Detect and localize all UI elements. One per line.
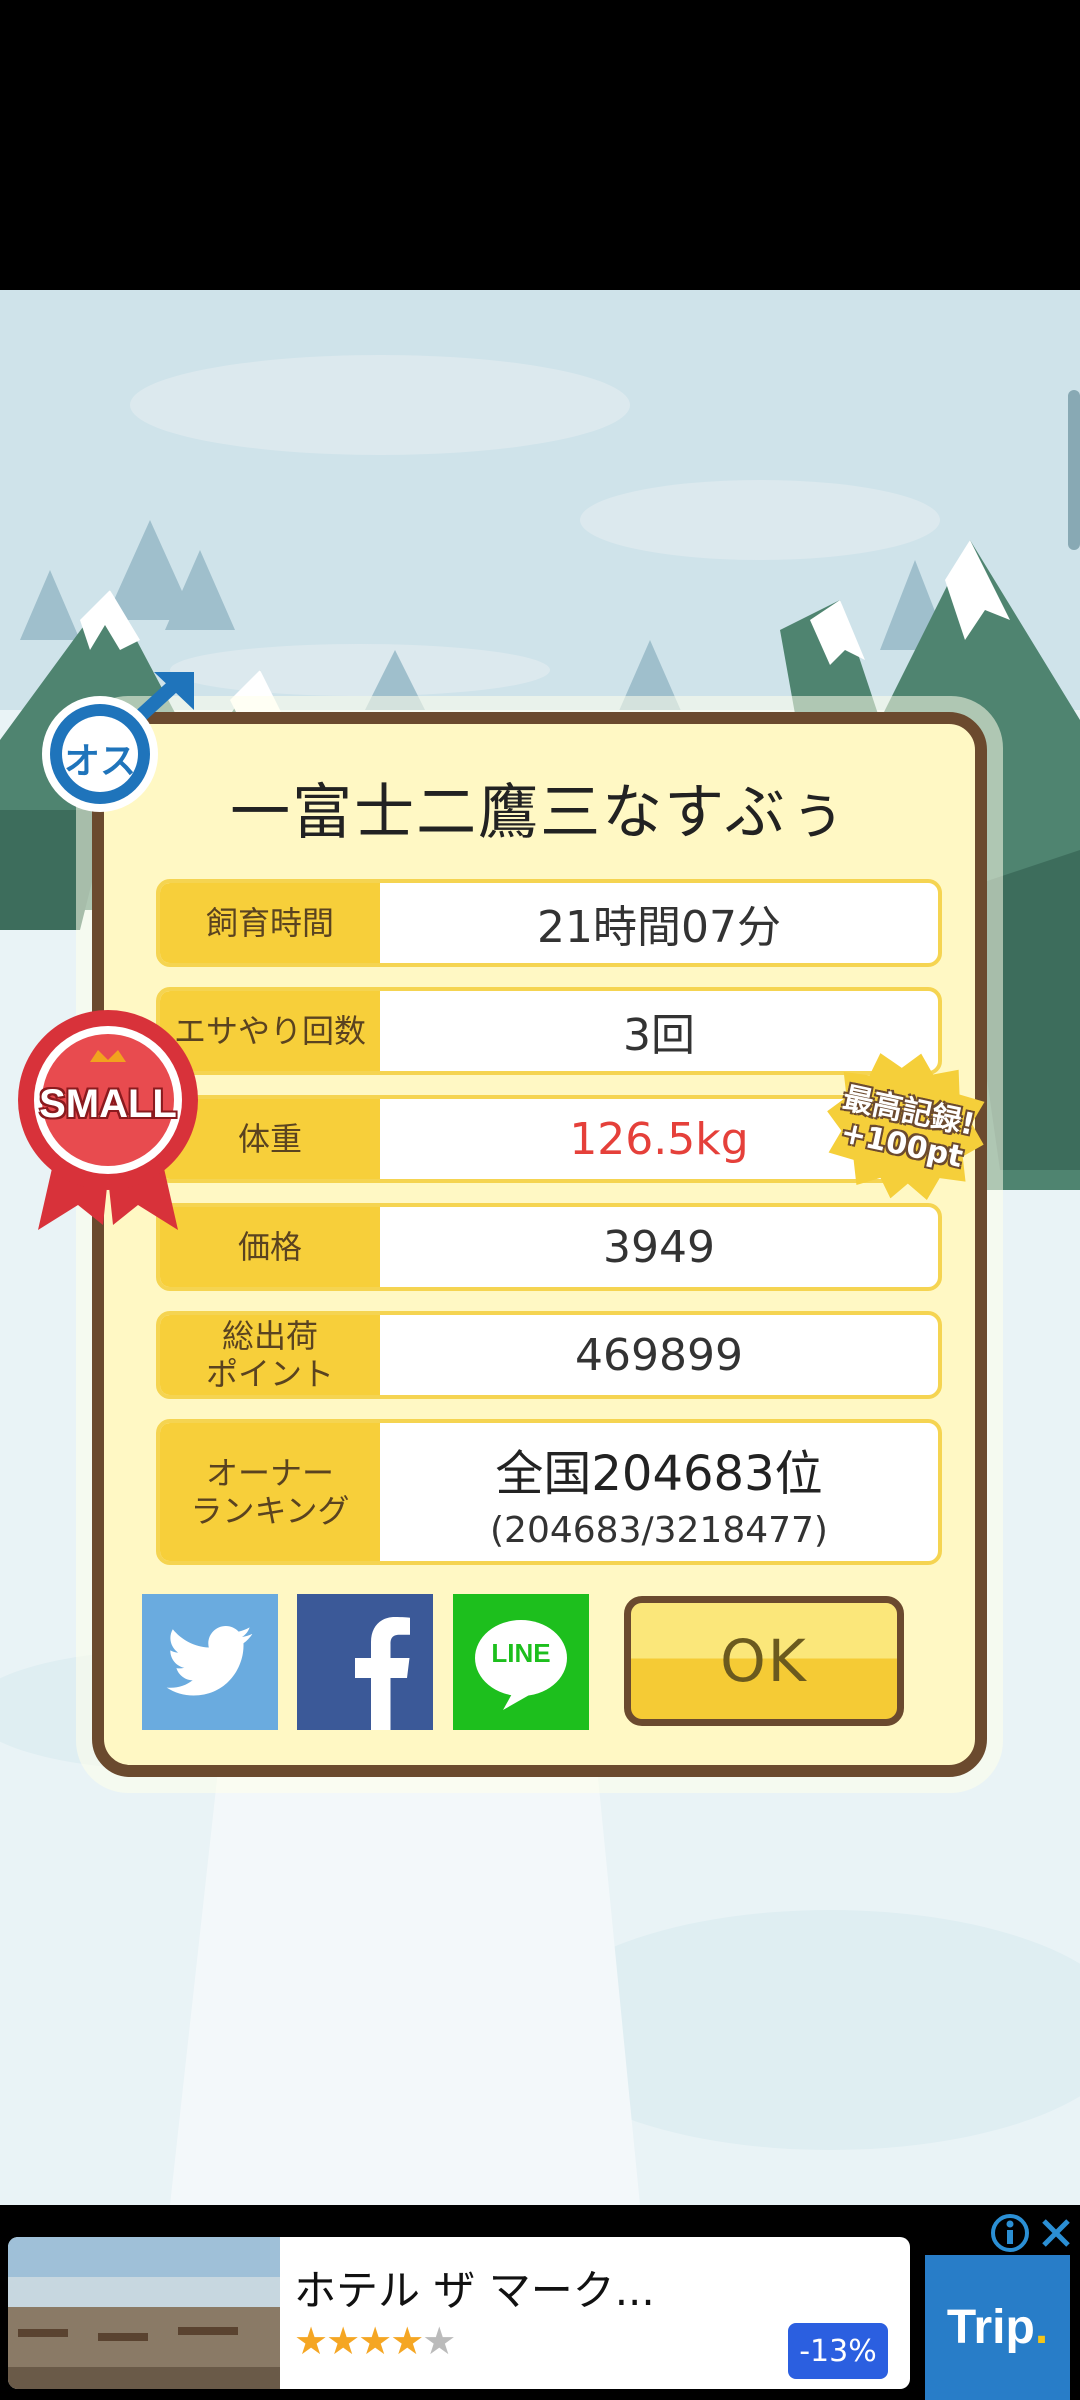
size-ribbon: SMALL	[18, 1000, 198, 1240]
row-label: 総出荷 ポイント	[160, 1315, 380, 1395]
star-icon: ★	[422, 2319, 456, 2363]
row-feed-count: エサやり回数 3回	[156, 987, 942, 1075]
gender-badge-label: オス	[63, 741, 136, 782]
ad-banner: ホテル ザ マーク... ★★★★★ -13% Trip.	[0, 2205, 1080, 2400]
row-label-line1: 総出荷	[221, 1317, 318, 1355]
twitter-bird-icon	[166, 1626, 253, 1696]
ad-close-icon[interactable]	[1036, 2213, 1076, 2253]
row-label-line1: オーナー	[205, 1454, 334, 1492]
row-label: 飼育時間	[160, 883, 380, 963]
ranking-main: 全国204683位	[495, 1445, 823, 1502]
ad-discount-badge: -13%	[788, 2323, 888, 2379]
row-owner-ranking: オーナー ランキング 全国204683位 (204683/3218477)	[156, 1419, 942, 1565]
row-label-line2: ポイント	[205, 1355, 334, 1393]
ranking-sub: (204683/3218477)	[490, 1509, 828, 1551]
trip-logo-text: Trip	[946, 2301, 1035, 2354]
row-label: オーナー ランキング	[160, 1423, 380, 1561]
facebook-share-button[interactable]	[297, 1594, 433, 1730]
star-icon: ★★★★	[294, 2319, 424, 2363]
size-ribbon-label: SMALL	[39, 1082, 177, 1126]
line-share-button[interactable]: LINE	[453, 1594, 589, 1730]
ad-title: ホテル ザ マーク...	[294, 2266, 655, 2315]
facebook-f-icon	[355, 1617, 410, 1730]
row-value: 21時間07分	[537, 902, 781, 953]
ad-card[interactable]: ホテル ザ マーク... ★★★★★ -13%	[8, 2237, 910, 2389]
ad-info-icon[interactable]	[990, 2213, 1030, 2253]
male-gender-badge: オス	[36, 668, 196, 818]
row-shipping-points: 総出荷 ポイント 469899	[156, 1311, 942, 1399]
row-breeding-time: 飼育時間 21時間07分	[156, 879, 942, 967]
result-dialog: 一富士二鷹三なすぶぅ 飼育時間 21時間07分 エサやり回数 3回 体重 126…	[92, 712, 987, 1777]
trip-logo-dot: .	[1034, 2301, 1049, 2354]
row-price: 価格 3949	[156, 1203, 942, 1291]
hotel-photo-thumbnail	[8, 2237, 280, 2389]
row-value: 3949	[603, 1221, 715, 1273]
pig-name: 一富士二鷹三なすぶぅ	[230, 778, 849, 848]
twitter-share-button[interactable]	[142, 1594, 278, 1730]
trip-logo[interactable]: Trip.	[925, 2255, 1070, 2400]
row-label-line2: ランキング	[190, 1492, 350, 1530]
line-label: LINE	[491, 1638, 551, 1668]
row-value: 469899	[575, 1329, 743, 1381]
ad-rating-stars: ★★★★★	[294, 2319, 456, 2363]
ranking-value: 全国204683位 (204683/3218477)	[380, 1423, 938, 1561]
ok-button[interactable]: OK	[624, 1596, 904, 1726]
